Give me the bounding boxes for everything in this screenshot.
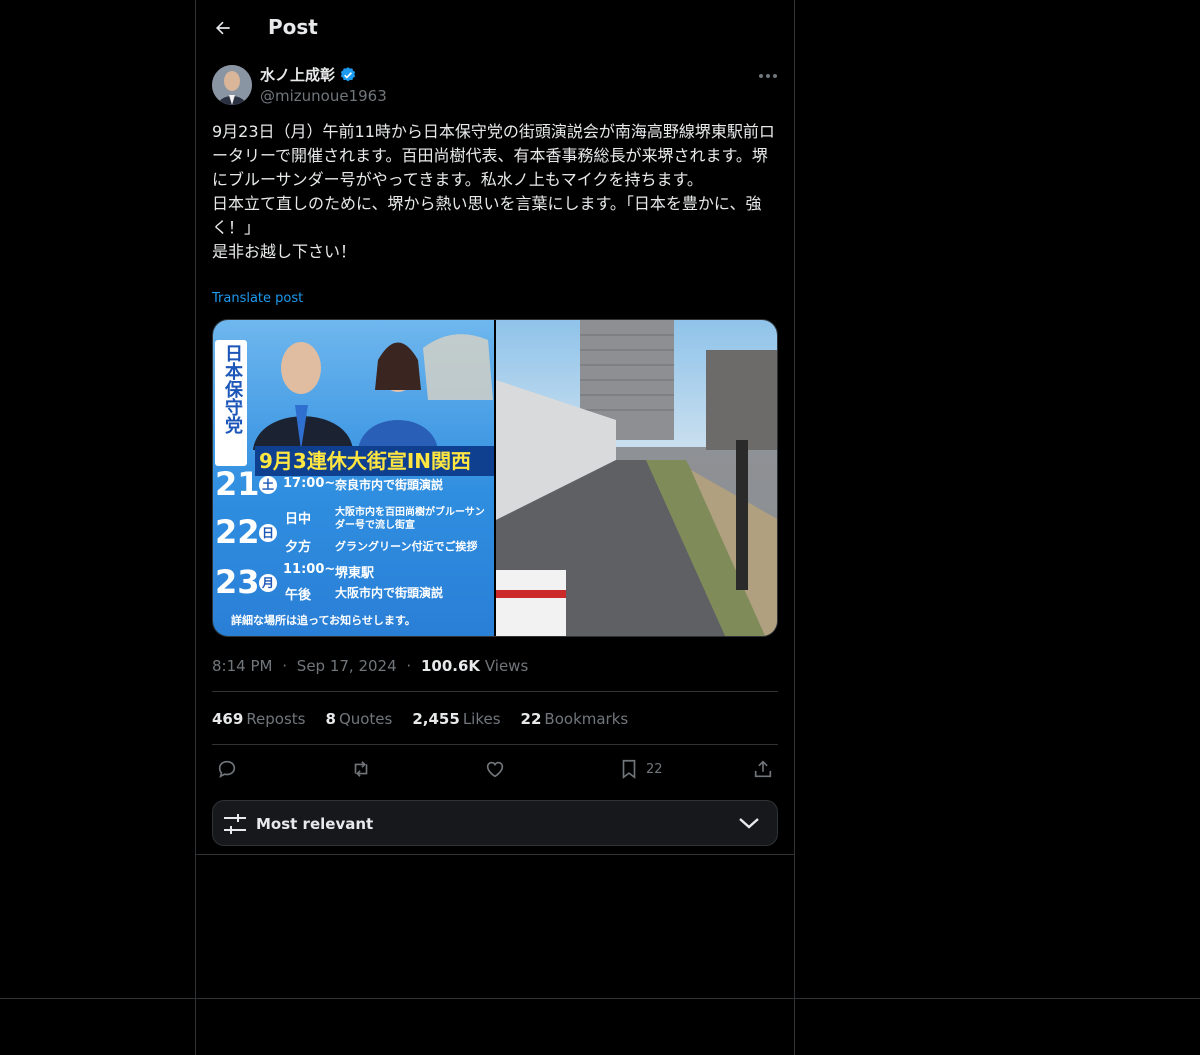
reply-sort-dropdown[interactable]: Most relevant: [212, 800, 778, 846]
reposts-label: Reposts: [246, 710, 306, 728]
reposts-count: 469: [212, 710, 244, 728]
stats-divider: [212, 744, 778, 745]
bookmarks-stat[interactable]: 22 Bookmarks: [521, 709, 629, 729]
flyer-portraits: [253, 334, 493, 450]
flyer-row: 23 月 11:00~ 堺東駅 午後 大阪市内で街頭演説: [213, 562, 494, 606]
views-label: Views: [484, 657, 529, 675]
like-button[interactable]: [484, 755, 506, 783]
flyer-schedule: 21 土 17:00~ 奈良市内で街頭演説 22 日 日中 大阪市内を百田尚樹が…: [213, 466, 494, 612]
reply-icon: [218, 760, 236, 778]
page-bottom-divider: [0, 998, 1200, 999]
chevron-down-icon: [739, 818, 759, 829]
bookmark-button[interactable]: 22: [618, 755, 663, 783]
column-right-border: [794, 0, 795, 1055]
arrow-left-icon: [216, 21, 230, 35]
flyer-weekday: 日: [259, 524, 277, 542]
station-photo[interactable]: [496, 320, 777, 636]
author-name[interactable]: 水ノ上成彰: [260, 65, 357, 85]
more-horizontal-icon: [759, 74, 777, 78]
avatar[interactable]: [212, 65, 252, 105]
flyer-row: 21 土 17:00~ 奈良市内で街頭演説: [213, 466, 494, 502]
flyer-weekday: 土: [259, 476, 277, 494]
likes-stat[interactable]: 2,455 Likes: [412, 709, 500, 729]
post-meta: 8:14 PM · Sep 17, 2024 · 100.6K Views: [212, 656, 528, 676]
verified-badge-icon: [340, 67, 356, 82]
bookmark-count: 22: [646, 761, 663, 777]
post-media: 日本保守党 9月3連休大街宣IN関西 21 土 17:00~ 奈良市内で街頭演説…: [212, 319, 778, 637]
flyer-text: 堺東駅: [335, 566, 375, 581]
post-actions: 22: [212, 755, 778, 783]
meta-separator: ·: [406, 657, 412, 675]
page-title: Post: [268, 15, 318, 39]
flyer-footer: 詳細な場所は追ってお知らせします。: [231, 614, 416, 627]
flyer-weekday: 月: [259, 574, 277, 592]
bookmark-icon: [622, 759, 636, 779]
station-scene: [496, 320, 777, 636]
flyer-text: 大阪市内を百田尚樹がブルーサンダー号で流し街宣: [335, 507, 485, 531]
flyer-party-name: 日本保守党: [222, 344, 243, 434]
author-name-text: 水ノ上成彰: [260, 66, 336, 84]
post-date[interactable]: Sep 17, 2024: [297, 657, 397, 675]
back-button[interactable]: [206, 11, 240, 45]
likes-count: 2,455: [412, 710, 460, 728]
quotes-label: Quotes: [338, 710, 393, 728]
translate-post-link[interactable]: Translate post: [212, 290, 303, 308]
sliders-icon: [224, 814, 246, 834]
flyer-time: 日中: [285, 512, 312, 527]
repost-icon: [354, 761, 368, 777]
flyer-text: グラングリーン付近でご挨拶: [335, 540, 478, 553]
column-left-border: [195, 0, 196, 1055]
flyer-time: 11:00~: [283, 562, 336, 577]
avatar-image: [212, 65, 252, 105]
meta-separator: ·: [282, 657, 288, 675]
post-time[interactable]: 8:14 PM: [212, 657, 272, 675]
flyer-time: 午後: [285, 588, 312, 603]
flyer-day: 23: [215, 563, 260, 601]
flyer-day: 21: [215, 465, 260, 503]
views-count: 100.6K: [420, 657, 481, 675]
quotes-count: 8: [325, 710, 336, 728]
flyer-image[interactable]: 日本保守党 9月3連休大街宣IN関西 21 土 17:00~ 奈良市内で街頭演説…: [213, 320, 495, 636]
share-icon: [754, 760, 772, 778]
reply-button[interactable]: [216, 755, 238, 783]
main-bottom-divider: [196, 854, 794, 855]
heart-icon: [486, 761, 504, 778]
flyer-day: 22: [215, 513, 260, 551]
post-text: 9月23日（月）午前11時から日本保守党の街頭演説会が南海高野線堺東駅前ロータリ…: [212, 122, 775, 261]
share-button[interactable]: [752, 755, 774, 783]
flyer-text: 大阪市内で街頭演説: [335, 586, 444, 600]
likes-label: Likes: [462, 710, 501, 728]
more-options-button[interactable]: [752, 62, 784, 90]
meta-divider: [212, 691, 778, 692]
author-handle[interactable]: @mizunoue1963: [260, 86, 387, 106]
flyer-time: 17:00~: [283, 476, 336, 491]
repost-button[interactable]: [350, 755, 372, 783]
sort-label: Most relevant: [256, 815, 374, 833]
flyer-time: 夕方: [285, 540, 312, 555]
quotes-stat[interactable]: 8 Quotes: [326, 709, 393, 729]
reposts-stat[interactable]: 469 Reposts: [212, 709, 306, 729]
flyer-row: 22 日 日中 大阪市内を百田尚樹がブルーサンダー号で流し街宣 夕方 グラングリ…: [213, 506, 494, 556]
bookmarks-count: 22: [520, 710, 542, 728]
post-stats: 469 Reposts 8 Quotes 2,455 Likes 22 Bookmark…: [212, 709, 628, 729]
flyer-text: 奈良市内で街頭演説: [335, 478, 444, 492]
bookmarks-label: Bookmarks: [544, 710, 629, 728]
